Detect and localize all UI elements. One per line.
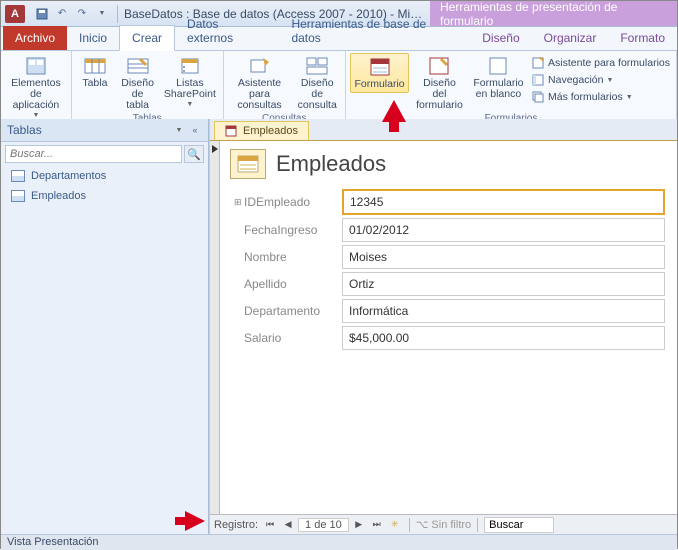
field-input-departamento[interactable]: Informática: [342, 299, 665, 323]
tab-create[interactable]: Crear: [119, 25, 175, 51]
field-input-nombre[interactable]: Moises: [342, 245, 665, 269]
record-next-button[interactable]: ▶: [351, 517, 367, 533]
document-area: Empleados Empleados ⊞ IDEmpleado 12345 F…: [209, 119, 677, 534]
expand-icon[interactable]: ⊞: [234, 197, 244, 208]
query-design-icon: [305, 55, 329, 77]
sharepoint-lists-icon: [178, 55, 202, 77]
field-row: FechaIngreso 01/02/2012: [234, 218, 665, 242]
navigation-icon: [531, 73, 545, 87]
field-input-idempleado[interactable]: 12345: [342, 189, 665, 215]
record-prev-button[interactable]: ◀: [280, 517, 296, 533]
no-filter-indicator[interactable]: ⌥Sin filtro: [416, 518, 471, 531]
query-wizard-button[interactable]: Asistente para consultas: [228, 53, 292, 113]
record-label: Registro:: [214, 519, 258, 531]
form-wizard-icon: [531, 56, 545, 70]
status-bar: Vista Presentación: [1, 534, 677, 550]
navpane-collapse-icon[interactable]: «: [188, 123, 202, 137]
ribbon-group-queries: Asistente para consultas Diseño de consu…: [224, 51, 346, 119]
record-last-button[interactable]: ⏭: [369, 517, 385, 533]
callout-arrow-recordnav: [185, 511, 205, 531]
navpane-search-input[interactable]: [5, 145, 182, 163]
form-object-icon: [225, 125, 237, 137]
field-label: IDEmpleado: [244, 195, 342, 209]
form-icon: [368, 56, 392, 78]
field-label: Salario: [244, 331, 342, 345]
tab-format[interactable]: Formato: [608, 26, 677, 50]
navigation-pane: Tablas ▼ « 🔍 Departamentos Empleados: [1, 119, 209, 534]
sharepoint-lists-button[interactable]: Listas SharePoint ▼: [161, 53, 218, 110]
form-body: Empleados ⊞ IDEmpleado 12345 FechaIngres…: [210, 141, 677, 514]
record-new-button[interactable]: ✳: [387, 517, 403, 533]
ribbon-group-templates: Elementos de aplicación ▼ Plantillas: [1, 51, 72, 119]
table-icon: [83, 55, 107, 77]
table-object-icon: [11, 190, 25, 202]
navigation-link[interactable]: Navegación ▼: [529, 72, 672, 88]
application-parts-button[interactable]: Elementos de aplicación ▼: [5, 53, 67, 121]
application-parts-icon: [24, 55, 48, 77]
tab-home[interactable]: Inicio: [67, 26, 119, 50]
more-forms-icon: [531, 90, 545, 104]
document-tab-empleados[interactable]: Empleados: [214, 121, 309, 140]
field-label: Nombre: [244, 250, 342, 264]
table-design-button[interactable]: Diseño de tabla: [116, 53, 159, 113]
blank-form-button[interactable]: Formulario en blanco: [470, 53, 527, 102]
field-label: Apellido: [244, 277, 342, 291]
access-app-icon: A: [5, 5, 25, 23]
form-design-icon: [427, 55, 451, 77]
callout-arrow-form: [382, 100, 406, 122]
redo-icon[interactable]: ↷: [73, 5, 91, 23]
table-button[interactable]: Tabla: [76, 53, 114, 91]
tab-arrange[interactable]: Organizar: [532, 26, 609, 50]
form-design-button[interactable]: Diseño del formulario: [411, 53, 468, 113]
form-wizard-link[interactable]: Asistente para formularios: [529, 55, 672, 71]
field-label: Departamento: [244, 304, 342, 318]
tab-external-data[interactable]: Datos externos: [175, 12, 279, 50]
field-input-salario[interactable]: $45,000.00: [342, 326, 665, 350]
quick-access-toolbar: ↶ ↷ ▼: [33, 5, 111, 23]
filter-icon: ⌥: [416, 518, 429, 531]
more-forms-link[interactable]: Más formularios ▼: [529, 89, 672, 105]
form-header-icon: [230, 149, 266, 179]
save-icon[interactable]: [33, 5, 51, 23]
form-header: Empleados: [230, 149, 665, 179]
document-tab-row: Empleados: [210, 119, 677, 141]
navpane-item-departamentos[interactable]: Departamentos: [1, 166, 208, 186]
record-current[interactable]: 1 de 10: [298, 518, 349, 532]
field-row: Departamento Informática: [234, 299, 665, 323]
tab-file[interactable]: Archivo: [3, 26, 67, 50]
query-design-button[interactable]: Diseño de consulta: [294, 53, 341, 113]
workspace: Tablas ▼ « 🔍 Departamentos Empleados Emp…: [1, 119, 677, 534]
record-navigator: Registro: ⏮ ◀ 1 de 10 ▶ ⏭ ✳ ⌥Sin filtro: [210, 514, 677, 534]
record-search-input[interactable]: [484, 517, 554, 533]
navpane-search: 🔍: [1, 142, 208, 166]
undo-icon[interactable]: ↶: [53, 5, 71, 23]
search-icon[interactable]: 🔍: [184, 145, 204, 163]
blank-form-icon: [486, 55, 510, 77]
tab-design[interactable]: Diseño: [470, 26, 531, 50]
field-input-apellido[interactable]: Ortiz: [342, 272, 665, 296]
table-object-icon: [11, 170, 25, 182]
query-wizard-icon: [248, 55, 272, 77]
field-row: ⊞ IDEmpleado 12345: [234, 189, 665, 215]
form-title: Empleados: [276, 151, 386, 177]
table-design-icon: [126, 55, 150, 77]
navpane-header[interactable]: Tablas ▼ «: [1, 119, 208, 142]
form-button[interactable]: Formulario: [350, 53, 409, 93]
record-selector[interactable]: [210, 141, 220, 514]
ribbon-tabs: Archivo Inicio Crear Datos externos Herr…: [1, 27, 677, 51]
field-row: Salario $45,000.00: [234, 326, 665, 350]
field-row: Nombre Moises: [234, 245, 665, 269]
field-input-fechaingreso[interactable]: 01/02/2012: [342, 218, 665, 242]
field-row: Apellido Ortiz: [234, 272, 665, 296]
tab-database-tools[interactable]: Herramientas de base de datos: [279, 12, 470, 50]
ribbon-group-tables: Tabla Diseño de tabla Listas SharePoint …: [72, 51, 224, 119]
field-label: FechaIngreso: [244, 223, 342, 237]
navpane-item-empleados[interactable]: Empleados: [1, 186, 208, 206]
qat-dropdown-icon[interactable]: ▼: [93, 5, 111, 23]
navpane-dropdown-icon[interactable]: ▼: [172, 123, 186, 137]
ribbon: Elementos de aplicación ▼ Plantillas Tab…: [1, 51, 677, 119]
record-first-button[interactable]: ⏮: [262, 517, 278, 533]
